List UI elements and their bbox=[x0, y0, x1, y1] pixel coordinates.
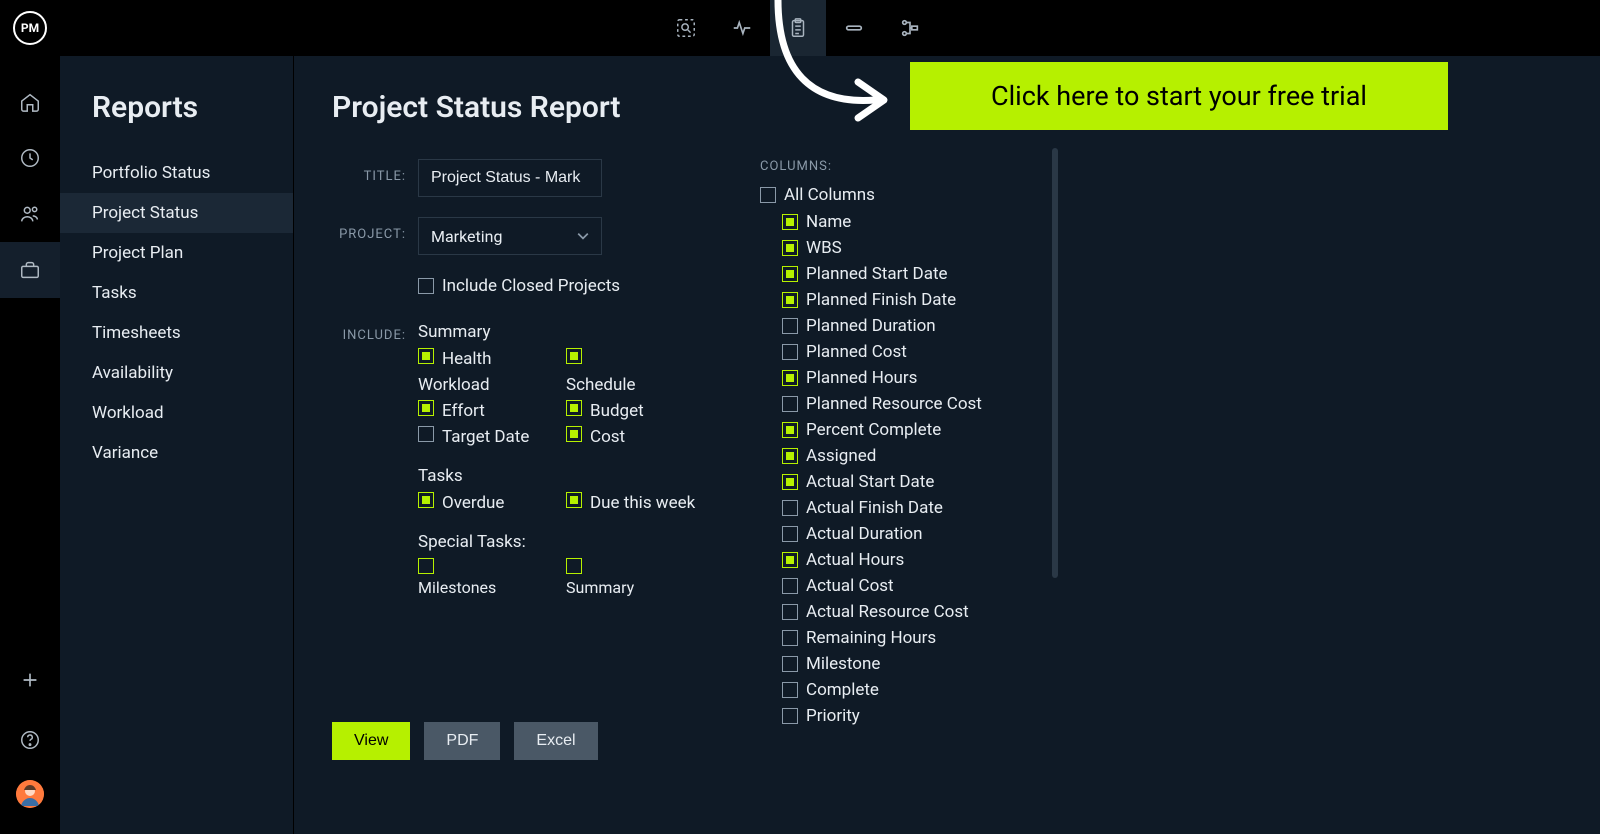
clock-icon[interactable] bbox=[0, 130, 60, 186]
label-include: INCLUDE: bbox=[332, 318, 418, 343]
sidebar-item-tasks[interactable]: Tasks bbox=[60, 273, 293, 313]
briefcase-icon[interactable] bbox=[0, 242, 60, 298]
search-icon[interactable] bbox=[658, 0, 714, 56]
include-special-milestones[interactable]: Milestones bbox=[418, 558, 564, 597]
home-icon[interactable] bbox=[0, 74, 60, 130]
include-workload[interactable]: Workload bbox=[418, 374, 562, 396]
title-input[interactable] bbox=[418, 159, 602, 197]
column-percent-complete[interactable]: Percent Complete bbox=[782, 419, 982, 441]
section-tasks: Tasks bbox=[418, 466, 712, 486]
people-icon[interactable] bbox=[0, 186, 60, 242]
column-priority[interactable]: Priority bbox=[782, 705, 982, 727]
columns-scrollbar[interactable] bbox=[1052, 148, 1058, 578]
sidebar-title: Reports bbox=[60, 90, 293, 153]
column-actual-finish-date[interactable]: Actual Finish Date bbox=[782, 497, 982, 519]
include-due-this-week[interactable]: Due this week bbox=[566, 492, 710, 514]
label-project: PROJECT: bbox=[332, 217, 418, 242]
excel-button[interactable]: Excel bbox=[514, 722, 597, 760]
column-actual-duration[interactable]: Actual Duration bbox=[782, 523, 982, 545]
pulse-icon[interactable] bbox=[714, 0, 770, 56]
column-actual-hours[interactable]: Actual Hours bbox=[782, 549, 982, 571]
sidebar-item-portfolio-status[interactable]: Portfolio Status bbox=[60, 153, 293, 193]
column-planned-start-date[interactable]: Planned Start Date bbox=[782, 263, 982, 285]
plus-icon[interactable] bbox=[0, 652, 60, 708]
project-select[interactable]: Marketing bbox=[418, 217, 602, 255]
logo[interactable]: PM bbox=[0, 0, 60, 56]
section-summary: Summary bbox=[418, 322, 712, 342]
include-effort[interactable]: Effort bbox=[418, 400, 562, 422]
avatar[interactable] bbox=[0, 772, 60, 816]
include-budget[interactable]: Budget bbox=[566, 400, 710, 422]
flow-icon[interactable] bbox=[882, 0, 938, 56]
column-planned-resource-cost[interactable]: Planned Resource Cost bbox=[782, 393, 982, 415]
include-health[interactable]: Health bbox=[418, 348, 562, 370]
help-icon[interactable] bbox=[0, 712, 60, 768]
free-trial-cta[interactable]: Click here to start your free trial bbox=[910, 62, 1448, 130]
column-actual-start-date[interactable]: Actual Start Date bbox=[782, 471, 982, 493]
topbar: PM bbox=[0, 0, 1600, 56]
include-schedule[interactable]: Schedule bbox=[566, 374, 710, 396]
sidebar-item-project-plan[interactable]: Project Plan bbox=[60, 233, 293, 273]
column-planned-hours[interactable]: Planned Hours bbox=[782, 367, 982, 389]
column-remaining-hours[interactable]: Remaining Hours bbox=[782, 627, 982, 649]
column-planned-finish-date[interactable]: Planned Finish Date bbox=[782, 289, 982, 311]
pdf-button[interactable]: PDF bbox=[424, 722, 500, 760]
chevron-down-icon bbox=[577, 230, 589, 242]
column-actual-resource-cost[interactable]: Actual Resource Cost bbox=[782, 601, 982, 623]
include-special-summary[interactable]: Summary bbox=[566, 558, 712, 597]
column-actual-cost[interactable]: Actual Cost bbox=[782, 575, 982, 597]
label-columns: COLUMNS: bbox=[760, 159, 984, 174]
column-name[interactable]: Name bbox=[782, 211, 982, 233]
sidebar-item-availability[interactable]: Availability bbox=[60, 353, 293, 393]
sidebar-item-workload[interactable]: Workload bbox=[60, 393, 293, 433]
sidebar-item-project-status[interactable]: Project Status bbox=[60, 193, 293, 233]
include-cost[interactable]: Cost bbox=[566, 426, 710, 448]
view-button[interactable]: View bbox=[332, 722, 410, 760]
left-rail bbox=[0, 56, 60, 834]
include-target-date[interactable]: Target Date bbox=[418, 426, 562, 448]
clipboard-icon[interactable] bbox=[770, 0, 826, 56]
column-planned-duration[interactable]: Planned Duration bbox=[782, 315, 982, 337]
column-complete[interactable]: Complete bbox=[782, 679, 982, 701]
include-closed-checkbox[interactable]: Include Closed Projects bbox=[418, 275, 620, 297]
sidebar-item-variance[interactable]: Variance bbox=[60, 433, 293, 473]
sidebar: Reports Portfolio StatusProject StatusPr… bbox=[60, 56, 294, 834]
main: Project Status Report TITLE: PROJECT: Ma… bbox=[294, 56, 1600, 834]
all-columns-checkbox[interactable]: All Columns bbox=[760, 184, 875, 206]
logo-text: PM bbox=[21, 21, 39, 35]
column-wbs[interactable]: WBS bbox=[782, 237, 982, 259]
column-milestone[interactable]: Milestone bbox=[782, 653, 982, 675]
include-blank[interactable] bbox=[566, 348, 710, 370]
include-overdue[interactable]: Overdue bbox=[418, 492, 562, 514]
sidebar-item-timesheets[interactable]: Timesheets bbox=[60, 313, 293, 353]
section-special: Special Tasks: bbox=[418, 532, 712, 552]
column-assigned[interactable]: Assigned bbox=[782, 445, 982, 467]
link-icon[interactable] bbox=[826, 0, 882, 56]
label-title: TITLE: bbox=[332, 159, 418, 184]
column-planned-cost[interactable]: Planned Cost bbox=[782, 341, 982, 363]
